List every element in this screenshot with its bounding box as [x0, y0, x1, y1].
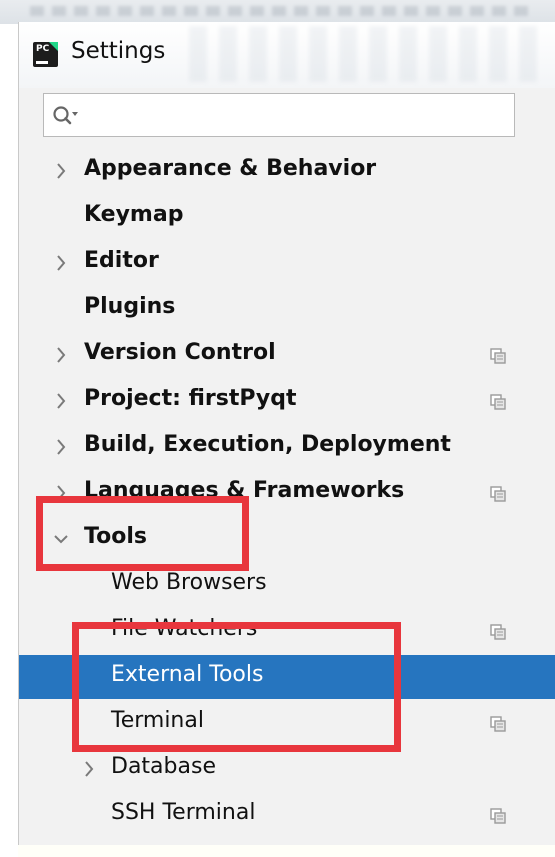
copy-icon [490, 394, 506, 410]
chevron-right-icon[interactable] [81, 760, 97, 778]
copy-icon [490, 716, 506, 732]
window-title: Settings [71, 38, 166, 64]
tree-item-editor[interactable]: Editor [19, 241, 555, 285]
chevron-right-icon[interactable] [53, 346, 69, 364]
tree-item-appearance-behavior[interactable]: Appearance & Behavior [19, 149, 555, 193]
tree-item-label: Keymap [84, 202, 184, 227]
tree-item-label: Version Control [84, 340, 276, 365]
bottom-strip [18, 845, 555, 857]
annotation-box-tools [36, 496, 249, 571]
app-icon-accent [49, 42, 58, 51]
chevron-right-icon[interactable] [53, 392, 69, 410]
tree-item-label: Build, Execution, Deployment [84, 432, 451, 457]
search-icon[interactable] [52, 104, 80, 128]
search-input[interactable] [88, 100, 512, 132]
tree-item-project-firstpyqt[interactable]: Project: firstPyqt [19, 379, 555, 423]
title-bar-ghost [189, 26, 549, 82]
chevron-right-icon[interactable] [53, 162, 69, 180]
tree-item-keymap[interactable]: Keymap [19, 195, 555, 239]
annotation-box-external-tools [72, 622, 401, 752]
tree-item-plugins[interactable]: Plugins [19, 287, 555, 331]
tree-item-label: SSH Terminal [111, 800, 256, 825]
tree-item-label: Appearance & Behavior [84, 156, 377, 181]
background-window-strip [0, 0, 555, 24]
tree-item-label: Web Browsers [111, 570, 267, 595]
search-box[interactable] [43, 93, 515, 137]
copy-icon [490, 486, 506, 502]
copy-icon [490, 808, 506, 824]
copy-icon [490, 348, 506, 364]
title-bar[interactable]: PC Settings [19, 22, 555, 88]
app-icon-bar [36, 61, 48, 64]
tree-item-ssh-terminal[interactable]: SSH Terminal [19, 793, 555, 837]
app-icon-text: PC [36, 44, 50, 54]
tree-item-label: Database [111, 754, 216, 779]
tree-item-label: Plugins [84, 294, 176, 319]
tree-item-label: Project: firstPyqt [84, 386, 297, 411]
copy-icon [490, 624, 506, 640]
tree-item-build-execution-deployment[interactable]: Build, Execution, Deployment [19, 425, 555, 469]
tree-item-database[interactable]: Database [19, 747, 555, 791]
tree-item-version-control[interactable]: Version Control [19, 333, 555, 377]
background-blur [30, 6, 530, 16]
pycharm-app-icon: PC [33, 42, 58, 67]
chevron-right-icon[interactable] [53, 438, 69, 456]
chevron-right-icon[interactable] [53, 254, 69, 272]
tree-item-label: Editor [84, 248, 159, 273]
